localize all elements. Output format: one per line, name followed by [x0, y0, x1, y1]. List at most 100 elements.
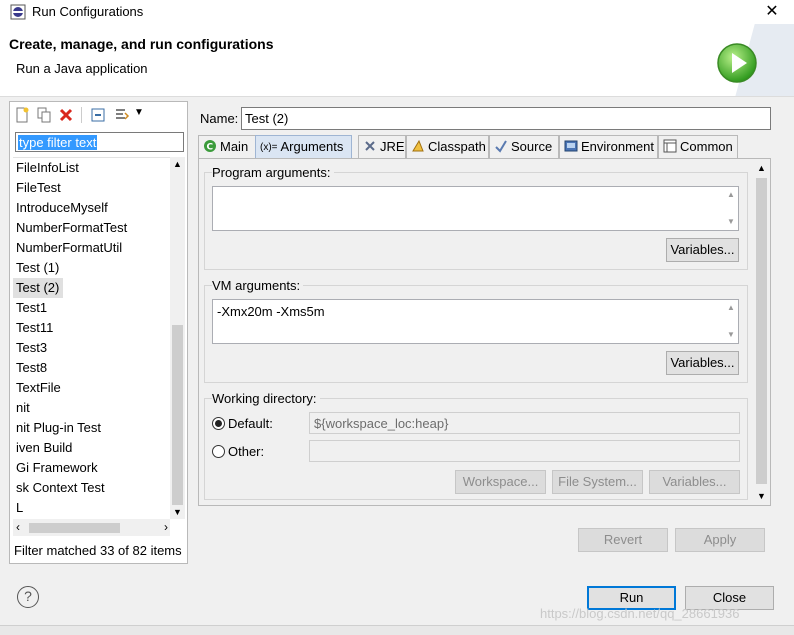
panel-scroll-up-icon[interactable]: ▲ [757, 163, 766, 173]
scroll-right-icon[interactable]: › [164, 520, 168, 534]
vm-args-scroll-up-icon[interactable]: ▲ [727, 303, 735, 312]
tab-environment-label: Environment [581, 139, 654, 154]
tree-vertical-scrollbar[interactable]: ▲ ▼ [170, 157, 185, 519]
tree-item[interactable]: Test (1) [13, 258, 170, 278]
view-menu-chevron-down-icon[interactable]: ▼ [134, 107, 144, 118]
header-title: Create, manage, and run configurations [9, 36, 274, 52]
bottom-edge [0, 625, 794, 635]
tree-item[interactable]: Test (2) [13, 278, 170, 298]
program-args-scroll-up-icon[interactable]: ▲ [727, 190, 735, 199]
tree-item[interactable]: Test3 [13, 338, 170, 358]
help-icon[interactable]: ? [17, 586, 39, 608]
tab-main-label: Main [220, 139, 249, 154]
name-input[interactable]: Test (2) [241, 107, 771, 130]
panel-scroll-thumb[interactable] [756, 178, 767, 484]
tree-item[interactable]: Gi Framework [13, 458, 170, 478]
configuration-list-pane: ▼ type filter text FileInfoList FileTest I… [9, 101, 188, 564]
scroll-up-icon[interactable]: ▲ [173, 159, 182, 169]
tab-classpath-label: Classpath [428, 139, 486, 154]
name-label: Name: [200, 111, 239, 126]
tree-item[interactable]: FileInfoList [13, 158, 170, 178]
file-system-button[interactable]: File System... [552, 470, 643, 494]
tree-item-label: TextFile [16, 380, 61, 395]
tab-source[interactable]: Source [489, 135, 559, 159]
tree-item[interactable]: NumberFormatUtil [13, 238, 170, 258]
dialog-header: Create, manage, and run configurations R… [0, 24, 794, 97]
tab-jre[interactable]: JRE [358, 135, 406, 159]
tree-item[interactable]: Test8 [13, 358, 170, 378]
tree-item[interactable]: FileTest [13, 178, 170, 198]
tree-item-label: NumberFormatTest [16, 220, 128, 235]
other-directory-label: Other: [228, 444, 265, 459]
tree-item-label: nit Plug-in Test [16, 420, 102, 435]
tab-main[interactable]: C Main [198, 135, 256, 159]
other-directory-radio[interactable] [212, 445, 225, 458]
tab-common-label: Common [680, 139, 733, 154]
tab-classpath[interactable]: Classpath [406, 135, 489, 159]
other-directory-input[interactable] [309, 440, 740, 462]
filter-input[interactable]: type filter text [15, 132, 184, 152]
filter-status: Filter matched 33 of 82 items [14, 543, 182, 558]
classpath-tab-icon [412, 139, 424, 152]
delete-icon[interactable] [58, 107, 74, 123]
panel-vertical-scrollbar[interactable]: ▲ ▼ [754, 160, 769, 504]
tree-item[interactable]: TextFile [13, 378, 170, 398]
program-variables-button[interactable]: Variables... [666, 238, 739, 262]
tree-horizontal-scrollbar[interactable]: ‹ › [13, 519, 170, 536]
window-title: Run Configurations [32, 4, 144, 19]
tree-item[interactable]: nit Plug-in Test [13, 418, 170, 438]
tree-item[interactable]: NumberFormatTest [13, 218, 170, 238]
program-arguments-input[interactable] [212, 186, 739, 231]
vm-args-scroll-down-icon[interactable]: ▼ [727, 330, 735, 339]
common-tab-icon [663, 139, 677, 153]
workspace-button[interactable]: Workspace... [455, 470, 546, 494]
environment-tab-icon [564, 140, 578, 152]
tree-item-label: Test1 [16, 300, 48, 315]
arguments-tab-icon: (x)= [260, 142, 278, 153]
main-tab-icon: C [204, 140, 216, 153]
tree-item-label: Test3 [16, 340, 48, 355]
program-args-scroll-down-icon[interactable]: ▼ [727, 217, 735, 226]
collapse-all-icon[interactable] [90, 107, 106, 123]
vm-variables-button[interactable]: Variables... [666, 351, 739, 375]
scroll-thumb[interactable] [172, 325, 183, 505]
tab-common[interactable]: Common [658, 135, 738, 159]
tree-item-label: Test11 [16, 320, 54, 335]
program-arguments-label: Program arguments: [212, 165, 334, 180]
watermark: https://blog.csdn.net/qq_28661936 [540, 606, 740, 621]
tree-item-label: FileTest [16, 180, 61, 195]
filter-icon[interactable] [114, 107, 130, 123]
svg-text:C: C [207, 143, 214, 153]
tree-item[interactable]: Test11 [13, 318, 170, 338]
tab-arguments[interactable]: (x)= Arguments [255, 135, 352, 159]
filter-input-text: type filter text [18, 135, 98, 150]
apply-button[interactable]: Apply [675, 528, 765, 552]
header-subtitle: Run a Java application [16, 61, 148, 76]
tree-item[interactable]: L [13, 498, 170, 518]
tree-item[interactable]: iven Build [13, 438, 170, 458]
tree-item-label: NumberFormatUtil [16, 240, 123, 255]
configuration-tabs: C Main (x)= Arguments JRE Classpath Source… [198, 135, 770, 159]
tab-environment[interactable]: Environment [559, 135, 658, 159]
tab-jre-label: JRE [380, 139, 405, 154]
tree-item[interactable]: sk Context Test [13, 478, 170, 498]
revert-button[interactable]: Revert [578, 528, 668, 552]
window-close-icon[interactable]: ✕ [760, 1, 784, 23]
default-directory-radio[interactable] [212, 417, 225, 430]
scroll-left-icon[interactable]: ‹ [16, 520, 20, 534]
tree-item-label: Gi Framework [16, 460, 98, 475]
tree-item[interactable]: IntroduceMyself [13, 198, 170, 218]
panel-scroll-down-icon[interactable]: ▼ [757, 491, 766, 501]
tree-item[interactable]: nit [13, 398, 170, 418]
horizontal-scroll-thumb[interactable] [29, 523, 120, 533]
tree-item-label: sk Context Test [16, 480, 105, 495]
vm-arguments-input[interactable]: -Xmx20m -Xms5m [212, 299, 739, 344]
duplicate-icon[interactable] [36, 107, 52, 123]
vm-arguments-label: VM arguments: [212, 278, 304, 293]
tree-item[interactable]: Test1 [13, 298, 170, 318]
new-configuration-icon[interactable] [14, 107, 30, 123]
toolbar-separator [81, 107, 82, 123]
working-dir-variables-button[interactable]: Variables... [649, 470, 740, 494]
scroll-down-icon[interactable]: ▼ [173, 507, 182, 517]
source-tab-icon [495, 140, 507, 153]
